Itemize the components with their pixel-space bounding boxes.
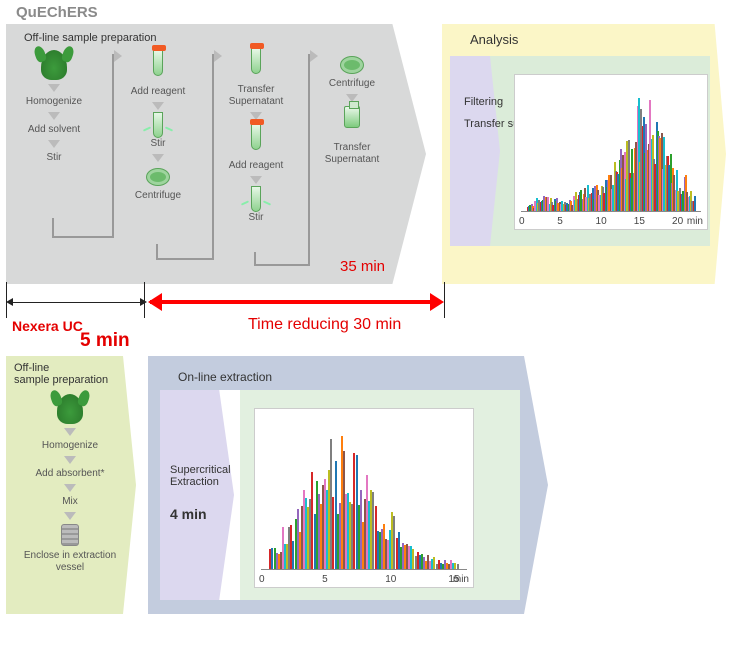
down-arrow-icon — [64, 484, 76, 492]
flow-connector — [308, 54, 310, 266]
nexera-time: 5 min — [80, 330, 130, 352]
arrow-right-icon — [140, 298, 147, 306]
axis-tick: 0 — [259, 574, 265, 585]
flow-connector — [156, 244, 158, 258]
step-label: Centrifuge — [124, 190, 192, 202]
time-reducing-label: Time reducing 30 min — [248, 316, 401, 334]
sc-extraction-time: 4 min — [170, 506, 207, 522]
stir-icon — [243, 188, 269, 208]
flow-connector — [212, 54, 214, 260]
analysis-filtering-label: Filtering — [464, 96, 503, 108]
bottle-icon — [338, 106, 366, 138]
axis-tick: 15 — [634, 216, 645, 227]
down-arrow-icon — [64, 456, 76, 464]
centrifuge-icon — [146, 168, 170, 186]
quechers-panel-title: Off-line sample preparation — [24, 32, 156, 44]
online-prep-chevron — [160, 390, 234, 600]
down-arrow-icon — [48, 140, 60, 148]
down-arrow-icon — [48, 112, 60, 120]
flow-connector — [254, 264, 308, 266]
chromatogram-peak — [457, 564, 459, 569]
step-label: Transfer Supernatant — [318, 142, 386, 166]
down-arrow-icon — [48, 84, 60, 92]
down-arrow-icon — [152, 102, 164, 110]
step-label: Enclose in extraction vessel — [22, 550, 118, 574]
nexera-offline-title: Off-line sample preparation — [14, 362, 114, 386]
axis-unit: min — [687, 216, 703, 227]
vessel-icon — [61, 524, 79, 546]
quechers-time-label: 35 min — [340, 258, 385, 275]
step-add-reagent-1: Add reagent Stir Centrifuge — [124, 50, 192, 202]
step-label: Add solvent — [20, 124, 88, 136]
right-arrow-icon — [310, 50, 318, 65]
step-label: Homogenize — [22, 440, 118, 452]
centrifuge-icon — [340, 56, 364, 74]
flow-connector — [52, 236, 112, 238]
axis-tick: 10 — [385, 574, 396, 585]
down-arrow-icon — [152, 154, 164, 162]
flow-connector — [52, 218, 54, 236]
axis-unit: min — [453, 574, 469, 585]
step-transfer-sup-1: Transfer Supernatant Add reagent Stir — [222, 48, 290, 224]
step-label: Transfer Supernatant — [222, 84, 290, 108]
axis-tick: 0 — [519, 216, 525, 227]
online-chromatogram: 051015min — [254, 408, 474, 588]
step-label: Add reagent — [124, 86, 192, 98]
sc-extraction-label: Supercritical Extraction — [170, 464, 240, 488]
flow-connector — [112, 54, 114, 238]
time-reducing-arrow — [150, 300, 440, 304]
time-reducing-arrow-r — [430, 293, 444, 311]
axis-tick: 10 — [596, 216, 607, 227]
analysis-prep-chevron — [450, 56, 500, 246]
online-title: On-line extraction — [178, 370, 272, 384]
step-centrifuge-2: Centrifuge Transfer Supernatant — [318, 50, 386, 166]
stir-icon — [145, 114, 171, 134]
leaf-icon — [57, 394, 83, 424]
right-arrow-icon — [214, 50, 222, 65]
arrow-left-icon — [6, 298, 13, 306]
down-arrow-icon — [64, 512, 76, 520]
chromatogram-peak — [694, 196, 696, 211]
axis-tick: 5 — [322, 574, 328, 585]
step-label: Add absorbent* — [22, 468, 118, 480]
down-arrow-icon — [64, 428, 76, 436]
step-label: Stir — [20, 152, 88, 164]
flow-connector — [254, 252, 256, 264]
step-label: Homogenize — [20, 96, 88, 108]
axis-tick: 5 — [557, 216, 563, 227]
nexera-steps: Homogenize Add absorbent* Mix Enclose in… — [22, 394, 118, 574]
step-label: Centrifuge — [318, 78, 386, 90]
chart-baseline — [521, 211, 701, 212]
down-arrow-icon — [250, 176, 262, 184]
leaf-icon — [41, 50, 67, 80]
axis-tick: 20 — [672, 216, 683, 227]
guide-line — [444, 282, 445, 318]
nexera-title: Nexera UC — [12, 318, 83, 334]
span-line — [8, 302, 140, 303]
quechers-title: QuEChERS — [16, 4, 98, 21]
analysis-title: Analysis — [470, 32, 518, 47]
right-arrow-icon — [114, 50, 122, 65]
chart-baseline — [261, 569, 467, 570]
time-reducing-arrow-l — [148, 293, 162, 311]
step-label: Mix — [22, 496, 118, 508]
analysis-chromatogram: 0 5 10 15 20 min — [514, 74, 708, 230]
flow-connector — [156, 258, 212, 260]
step-label: Stir — [124, 138, 192, 150]
step-label: Add reagent — [222, 160, 290, 172]
step-label: Stir — [222, 212, 290, 224]
step-homogenize: Homogenize Add solvent Stir — [20, 50, 88, 164]
